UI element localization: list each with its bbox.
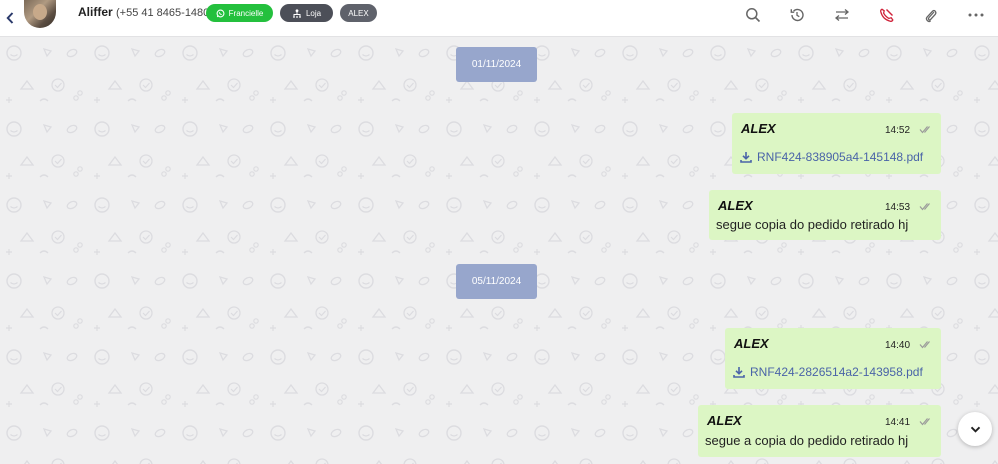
download-icon [733, 367, 745, 378]
date-separator: 05/11/2024 [456, 264, 537, 299]
chevron-left-icon [6, 12, 14, 24]
message-text: segue copia do pedido retirado hj [716, 217, 909, 232]
message-time: 14:53 [885, 202, 911, 213]
more-icon [968, 13, 984, 17]
tag-whatsapp-channel[interactable]: Francielle [206, 4, 273, 22]
download-icon [740, 152, 752, 163]
chat-background-pattern [0, 37, 998, 464]
search-icon [746, 8, 761, 23]
chat-header: Aliffer (+55 41 8465-1480) Francielle Lo… [0, 0, 998, 37]
back-button[interactable] [3, 7, 17, 29]
scroll-to-bottom-button[interactable] [958, 412, 992, 446]
contact-name: Aliffer (+55 41 8465-1480) [78, 5, 213, 19]
avatar[interactable] [24, 0, 56, 28]
file-name: RNF424-2826514a2-143958.pdf [750, 365, 923, 379]
transfer-icon [834, 9, 850, 21]
history-icon [790, 8, 804, 22]
chat-area[interactable]: 01/11/2024 ALEX 14:52 RNF424-838905a4-14… [0, 37, 998, 464]
store-network-icon [293, 8, 301, 18]
message-time: 14:52 [885, 125, 911, 136]
file-attachment-link[interactable]: RNF424-2826514a2-143958.pdf [733, 365, 923, 379]
file-attachment-link[interactable]: RNF424-838905a4-145148.pdf [740, 150, 923, 164]
message-bubble[interactable]: ALEX 14:40 RNF424-2826514a2-143958.pdf [725, 328, 941, 389]
double-check-icon [919, 341, 930, 349]
tag-store[interactable]: Loja [280, 4, 333, 22]
tag-label: Loja [305, 8, 322, 18]
date-separator: 01/11/2024 [456, 47, 537, 82]
chevron-down-icon [970, 426, 980, 433]
tag-agent[interactable]: ALEX [340, 4, 377, 22]
more-button[interactable] [963, 2, 989, 28]
contact-phone: (+55 41 8465-1480) [116, 7, 213, 19]
attach-button[interactable] [918, 2, 944, 28]
tag-label: Francielle [228, 8, 264, 18]
file-name: RNF424-838905a4-145148.pdf [757, 150, 924, 164]
tag-label: ALEX [348, 8, 369, 18]
double-check-icon [919, 126, 930, 134]
message-bubble[interactable]: ALEX 14:41 segue a copia do pedido retir… [698, 405, 941, 457]
message-time: 14:41 [885, 417, 911, 428]
history-button[interactable] [784, 2, 810, 28]
message-bubble[interactable]: ALEX 14:52 RNF424-838905a4-145148.pdf [732, 113, 941, 174]
contact-name-text: Aliffer [78, 5, 113, 19]
whatsapp-icon [216, 9, 225, 17]
message-text: segue a copia do pedido retirado hj [705, 433, 909, 448]
double-check-icon [919, 203, 930, 211]
message-time: 14:40 [885, 340, 911, 351]
end-call-icon [879, 7, 894, 22]
search-button[interactable] [740, 2, 766, 28]
transfer-button[interactable] [829, 2, 855, 28]
end-call-button[interactable] [873, 2, 899, 28]
double-check-icon [919, 418, 930, 426]
message-bubble[interactable]: ALEX 14:53 segue copia do pedido retirad… [709, 190, 941, 240]
attach-icon [925, 9, 937, 22]
